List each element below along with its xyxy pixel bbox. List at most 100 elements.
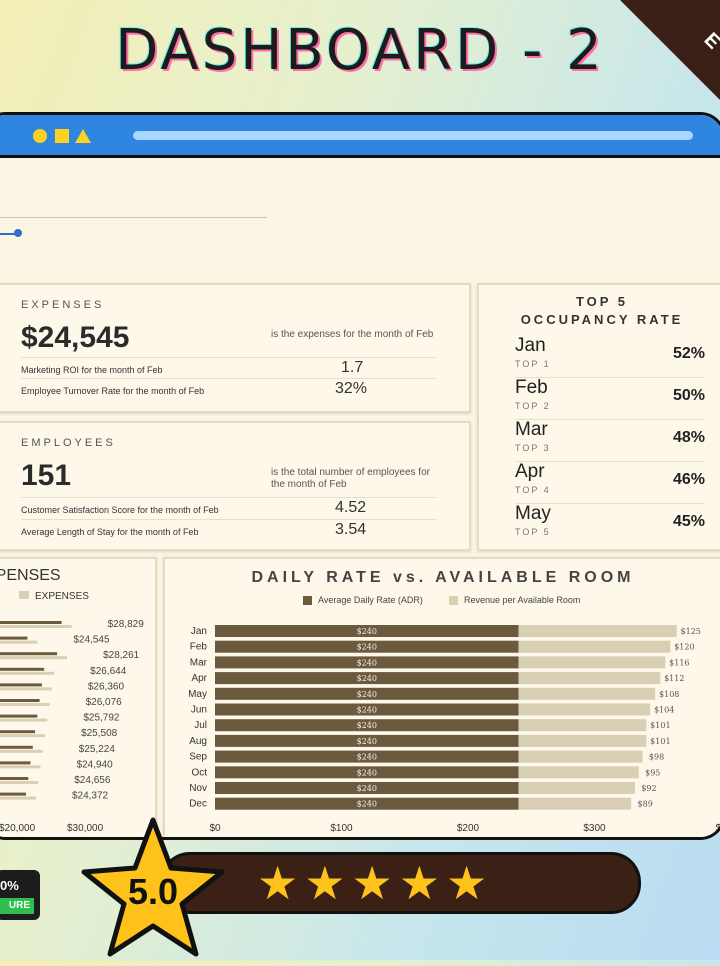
adr-data-label: $240 [357, 658, 377, 667]
occupancy-rate: 52% [672, 345, 705, 362]
revpar-bar [518, 625, 677, 637]
employees-desc: is the total number of employees for the… [271, 467, 430, 490]
category-label: Jun [191, 705, 207, 716]
kpi-label: Employee Turnover Rate for the month of … [21, 386, 205, 396]
legend-revpar: Revenue per Available Room [449, 595, 580, 606]
occupancy-card: TOP 5 OCCUPANCY RATE Jan TOP 1 52% Feb T… [477, 283, 720, 551]
expense-bar-label: $25,792 [83, 713, 120, 724]
revpar-bar [518, 672, 661, 685]
expense-bar-secondary [0, 656, 68, 660]
revpar-bar [518, 640, 671, 653]
category-label: Oct [191, 767, 207, 778]
category-label: May [188, 689, 207, 700]
x-tick-label: $4 [715, 823, 720, 834]
occupancy-month: Feb [515, 377, 548, 398]
expenses-card: EXPENSES $24,545 is the expenses for the… [0, 283, 471, 413]
x-tick-label: $300 [583, 823, 606, 834]
expense-bar [0, 745, 33, 749]
occupancy-rate: 45% [672, 513, 705, 530]
star-rating: ★★★★★ [257, 857, 494, 909]
revpar-bar [518, 750, 643, 763]
revpar-data-label: $95 [645, 768, 660, 777]
adr-data-label: $240 [357, 784, 377, 793]
kpi-value: 4.52 [335, 499, 367, 516]
expense-bar-secondary [0, 734, 46, 738]
revpar-data-label: $89 [638, 800, 653, 809]
filter-slider-handle[interactable] [14, 229, 22, 237]
adr-data-label: $240 [357, 768, 377, 777]
discount-badge: 0% URE [0, 870, 40, 920]
expenses-value: $24,545 [21, 321, 130, 354]
expense-bar-secondary [0, 765, 41, 769]
x-tick-label: $100 [330, 823, 353, 834]
revpar-bar [518, 782, 635, 794]
expense-bar-secondary [0, 640, 38, 644]
adr-data-label: $240 [357, 690, 377, 699]
revpar-data-label: $98 [649, 753, 664, 762]
occupancy-rate: 50% [672, 387, 705, 404]
page-title: DASHBOARD - 2 [115, 18, 605, 83]
adr-data-label: $240 [357, 800, 377, 809]
expenses-chart-card: XPENSES EXPENSES $28,829$24,545$28,261$2… [0, 557, 157, 837]
expense-bar-label: $24,545 [73, 635, 110, 646]
kpi-value: 32% [335, 380, 368, 397]
rating-bar: ★★★★★ [160, 852, 641, 914]
divider [21, 378, 437, 379]
occupancy-title-line1: TOP 5 [575, 294, 629, 309]
category-label: Jul [194, 720, 207, 731]
revpar-data-label: $112 [664, 674, 684, 683]
expense-bar [0, 636, 28, 640]
expense-bar [0, 714, 38, 718]
expense-bar-label: $26,076 [86, 697, 123, 708]
expense-bar-secondary [0, 671, 55, 675]
employees-card: EMPLOYEES 151 is the total number of emp… [0, 421, 471, 551]
revpar-bar [518, 703, 651, 716]
revpar-data-label: $120 [674, 643, 694, 652]
expense-bar-secondary [0, 625, 72, 628]
occupancy-rank: TOP 3 [515, 443, 551, 453]
legend-adr: Average Daily Rate (ADR) [303, 595, 423, 606]
occupancy-row: May TOP 5 45% [515, 503, 705, 545]
expense-bar-secondary [0, 781, 39, 784]
adr-data-label: $240 [357, 643, 377, 652]
rating-score: 5.0 [127, 871, 179, 912]
kpi-label: Customer Satisfaction Score for the mont… [21, 505, 219, 515]
category-label: Aug [189, 736, 207, 747]
expense-bar [0, 652, 58, 656]
x-tick-label: $200 [457, 823, 480, 834]
expense-bar [0, 761, 31, 765]
expense-bar-label: $24,372 [72, 791, 109, 802]
expense-bar [0, 667, 45, 671]
employees-label: EMPLOYEES [21, 437, 116, 449]
dashboard-window: EXPENSES $24,545 is the expenses for the… [0, 112, 720, 840]
occupancy-month: May [515, 503, 551, 524]
occupancy-rate: 48% [672, 429, 705, 446]
divider [21, 357, 437, 358]
revpar-bar [518, 766, 639, 779]
adr-data-label: $240 [357, 674, 377, 683]
expense-bar [0, 621, 62, 624]
expense-bar-secondary [0, 796, 36, 800]
occupancy-month: Mar [515, 419, 548, 440]
kpi-label: Average Length of Stay for the month of … [21, 527, 199, 537]
occupancy-title-line2: OCCUPANCY RATE [520, 312, 684, 327]
expenses-chart: $28,829 $24,545 $28,261 $26,644 $26,360 $26,0… [0, 619, 145, 834]
adr-data-label: $240 [357, 737, 377, 746]
daily-rate-chart-title: DAILY RATE vs. AVAILABLE ROOM [251, 569, 635, 586]
expense-bar-label: $24,656 [74, 775, 111, 786]
occupancy-month: Apr [515, 461, 545, 482]
revpar-data-label: $101 [650, 721, 670, 730]
category-label: Sep [189, 752, 207, 763]
expense-bar-secondary [0, 703, 50, 706]
expense-bar [0, 683, 42, 687]
kpi-value: 1.7 [341, 359, 364, 376]
window-titlebar [0, 115, 720, 158]
revpar-bar [518, 797, 632, 810]
divider [21, 497, 437, 498]
filter-slider-track [0, 217, 267, 218]
revpar-data-label: $108 [659, 690, 679, 699]
address-bar[interactable] [133, 131, 693, 140]
adr-data-label: $240 [357, 721, 377, 730]
expense-bar-secondary [0, 718, 48, 722]
expense-bar-label: $28,829 [108, 619, 145, 630]
